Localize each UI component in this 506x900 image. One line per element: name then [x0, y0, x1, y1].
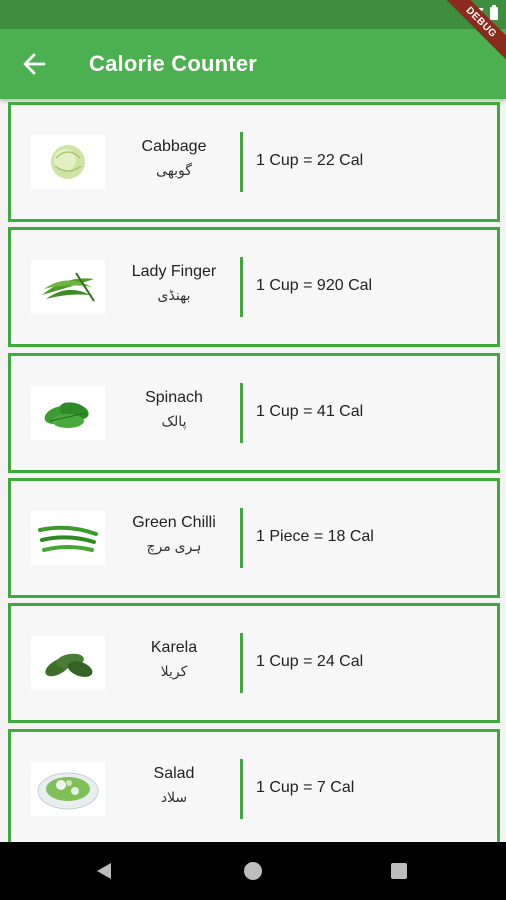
- app-bar: Calorie Counter: [0, 29, 506, 99]
- food-card-green-chilli[interactable]: Green Chilli ہری مرچ 1 Piece = 18 Cal: [8, 478, 500, 598]
- cabbage-icon: [31, 135, 105, 189]
- divider: [240, 759, 243, 819]
- divider: [240, 132, 243, 192]
- food-card-karela[interactable]: Karela کریلا 1 Cup = 24 Cal: [8, 603, 500, 723]
- nav-back-icon[interactable]: [97, 863, 111, 879]
- food-card-lady-finger[interactable]: Lady Finger بھنڈی 1 Cup = 920 Cal: [8, 227, 500, 347]
- green-chilli-icon: [31, 511, 105, 565]
- spinach-icon: [31, 386, 105, 440]
- status-bar: [0, 0, 506, 29]
- back-button[interactable]: [14, 44, 54, 84]
- calorie-text: 1 Piece = 18 Cal: [256, 528, 374, 545]
- food-card-cabbage[interactable]: Cabbage گوبھی 1 Cup = 22 Cal: [8, 102, 500, 222]
- food-name: Spinach: [145, 389, 203, 406]
- battery-icon: [490, 5, 498, 20]
- food-name-urdu: کریلا: [160, 663, 188, 679]
- divider: [240, 508, 243, 568]
- page-title: Calorie Counter: [89, 51, 258, 76]
- food-name: Salad: [153, 765, 195, 782]
- food-card-spinach[interactable]: Spinach پالک 1 Cup = 41 Cal: [8, 353, 500, 473]
- food-name-urdu: گوبھی: [156, 162, 192, 178]
- food-name: Karela: [150, 639, 198, 656]
- salad-icon: [31, 762, 105, 816]
- food-name: Cabbage: [141, 138, 207, 155]
- calorie-text: 1 Cup = 24 Cal: [256, 653, 364, 670]
- food-name-urdu: ہری مرچ: [146, 538, 202, 554]
- food-list: Cabbage گوبھی 1 Cup = 22 Cal Lady Finger…: [0, 99, 506, 842]
- system-nav-bar: [0, 842, 506, 900]
- calorie-text: 1 Cup = 22 Cal: [256, 152, 364, 169]
- divider: [240, 257, 243, 317]
- food-name: Green Chilli: [132, 514, 216, 531]
- lady-finger-icon: [31, 260, 105, 314]
- nav-recents-icon[interactable]: [391, 863, 407, 879]
- food-card-salad[interactable]: Salad سلاد 1 Cup = 7 Cal: [8, 729, 500, 842]
- arrow-left-icon: [23, 53, 46, 75]
- calorie-text: 1 Cup = 7 Cal: [256, 779, 355, 796]
- divider: [240, 633, 243, 693]
- divider: [240, 383, 243, 443]
- food-name-urdu: سلاد: [160, 789, 188, 805]
- calorie-text: 1 Cup = 920 Cal: [256, 277, 373, 294]
- food-name-urdu: بھنڈی: [157, 287, 191, 303]
- food-name-urdu: پالک: [161, 413, 187, 429]
- karela-icon: [31, 636, 105, 690]
- nav-home-icon[interactable]: [244, 862, 262, 880]
- calorie-text: 1 Cup = 41 Cal: [256, 403, 364, 420]
- food-name: Lady Finger: [131, 263, 217, 280]
